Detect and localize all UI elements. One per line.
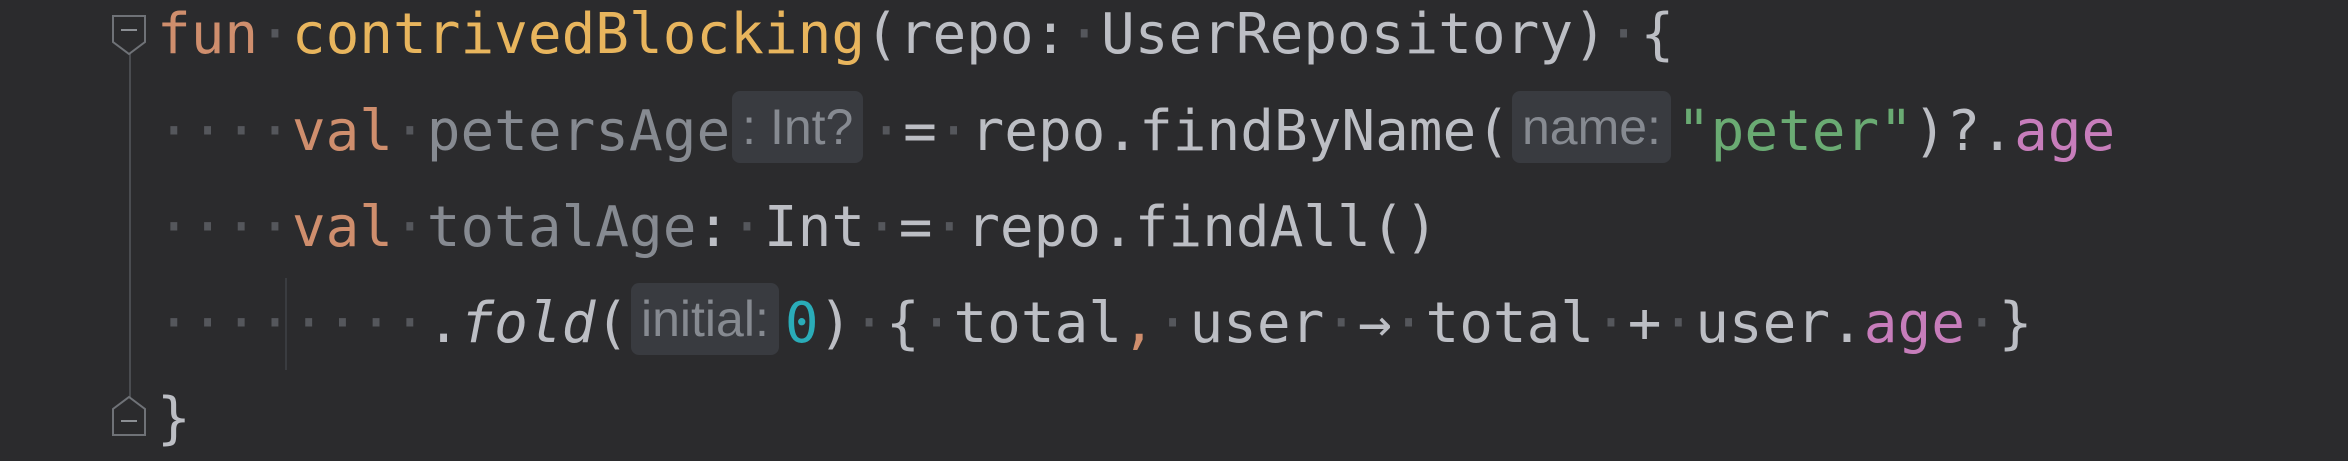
code-line-4[interactable]: ········.fold(initial: 0)·{·total,·user·→…: [157, 276, 2032, 372]
type-colon: :: [696, 195, 731, 260]
code-line-5[interactable]: }: [157, 371, 191, 461]
open-brace: {: [1640, 2, 1675, 67]
type-inlay-hint: : Int?: [732, 91, 864, 163]
parameter-inlay-hint: initial:: [631, 283, 779, 355]
indent-dots: ····: [157, 99, 292, 164]
open-paren: (: [595, 291, 630, 356]
total-reference: total: [1425, 291, 1595, 356]
keyword-val: val: [291, 195, 394, 260]
dot-operator: .: [426, 291, 461, 356]
variable-name: petersAge: [426, 99, 731, 164]
variable-name: totalAge: [426, 195, 697, 260]
lambda-open-brace: {: [886, 291, 920, 356]
lambda-param-total: total: [953, 291, 1123, 356]
lambda-param-user: user: [1189, 291, 1325, 356]
fold-function: fold: [460, 291, 596, 356]
safe-call-operator: )?.: [1912, 99, 2015, 164]
user-reference: user.: [1695, 291, 1864, 356]
fold-guide-line: [129, 40, 131, 420]
close-paren: ): [1573, 2, 1607, 67]
code-line-3[interactable]: ····val·totalAge:·Int·=·repo.findAll(): [157, 180, 1438, 276]
close-paren: ): [818, 291, 853, 356]
keyword-val: val: [291, 99, 394, 164]
code-editor[interactable]: fun·contrivedBlocking(repo:·UserReposito…: [0, 0, 2348, 461]
indent-dots: ····: [157, 195, 292, 260]
parameter-type: UserRepository: [1101, 2, 1574, 67]
property-age: age: [2014, 99, 2116, 164]
number-literal: 0: [784, 291, 819, 356]
method-call: repo.findAll(): [966, 195, 1439, 260]
type-name: Int: [763, 195, 866, 260]
whitespace: ·: [258, 2, 292, 67]
fold-end-icon[interactable]: [111, 395, 147, 437]
fold-collapse-icon[interactable]: [111, 14, 147, 56]
close-brace: }: [157, 386, 191, 451]
lambda-arrow: →: [1358, 291, 1392, 356]
parameter-inlay-hint: name:: [1511, 91, 1671, 163]
parameter-name: repo:: [898, 2, 1068, 67]
method-call: repo.findByName(: [970, 99, 1510, 164]
plus-operator: +: [1627, 291, 1662, 356]
keyword-fun: fun: [157, 2, 259, 67]
property-age: age: [1863, 291, 1965, 356]
indent-dots: ········: [157, 291, 427, 356]
assign-operator: =: [898, 195, 933, 260]
string-literal: "peter": [1676, 99, 1913, 164]
assign-operator: =: [903, 99, 937, 164]
code-line-1[interactable]: fun·contrivedBlocking(repo:·UserReposito…: [157, 0, 1674, 83]
function-name: contrivedBlocking: [291, 2, 866, 67]
lambda-close-brace: }: [1998, 291, 2033, 356]
open-paren: (: [865, 2, 899, 67]
comma: ,: [1122, 291, 1156, 356]
code-line-2[interactable]: ····val·petersAge: Int? ·=·repo.findByNam…: [157, 84, 2115, 180]
